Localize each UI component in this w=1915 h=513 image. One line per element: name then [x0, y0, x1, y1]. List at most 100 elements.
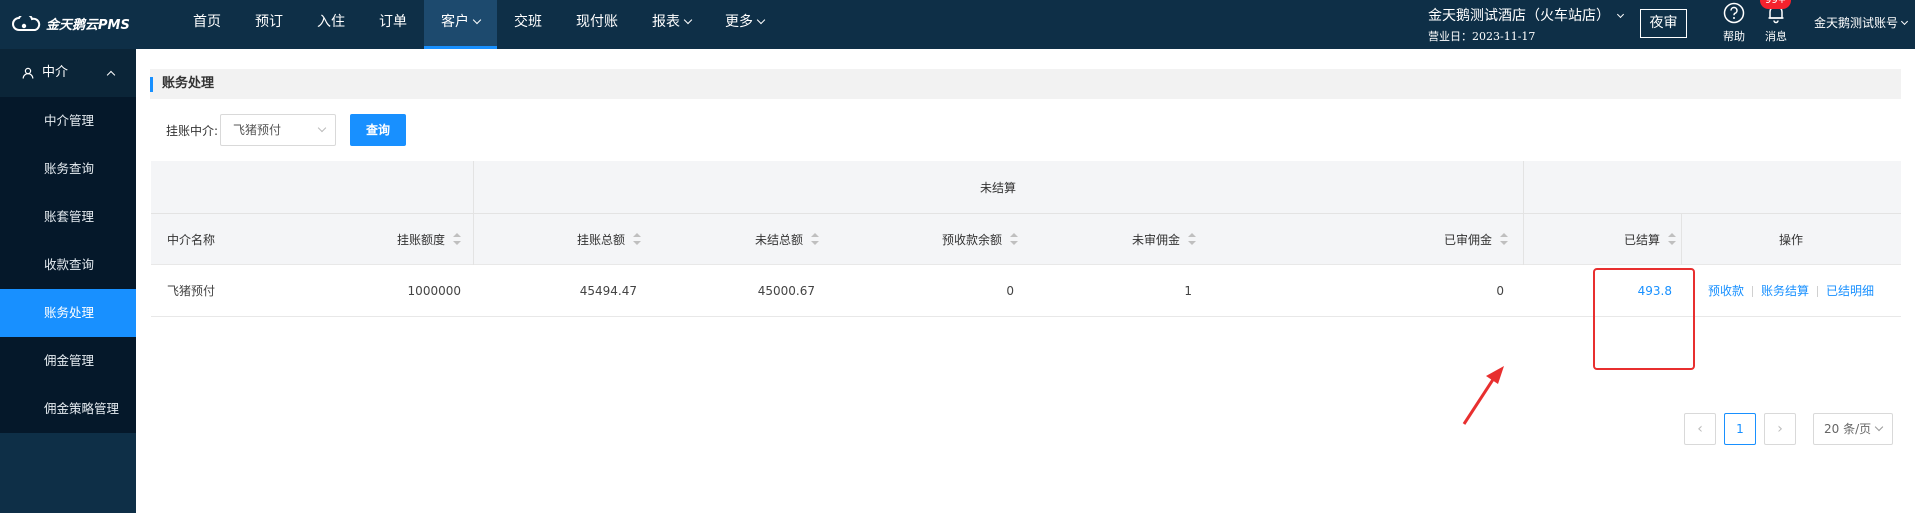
cell-reviewed-commission: 0	[1496, 284, 1504, 298]
table-header: 未结算 中介名称 挂账额度 挂账总额 未结总额 预收款余额 未审佣金 已审佣金 …	[151, 161, 1901, 265]
annotation-arrow-icon	[1462, 366, 1504, 425]
account-menu[interactable]: 金天鹅测试账号	[1814, 14, 1909, 31]
cell-prepaid-balance: 0	[1006, 284, 1014, 298]
nav-more[interactable]: 更多	[708, 0, 781, 49]
nav-reports[interactable]: 报表	[635, 0, 708, 49]
nav-booking-label: 预订	[255, 14, 283, 30]
nav-checkin[interactable]: 入住	[300, 0, 362, 49]
agency-account-table: 未结算 中介名称 挂账额度 挂账总额 未结总额 预收款余额 未审佣金 已审佣金 …	[151, 161, 1901, 317]
nav-shift-label: 交班	[514, 14, 542, 30]
nav-orders[interactable]: 订单	[362, 0, 424, 49]
cell-unreviewed-commission: 1	[1184, 284, 1192, 298]
filter-label: 挂账中介:	[166, 123, 219, 138]
sidebar-group-label: 中介	[42, 65, 69, 80]
column-header-label: 挂账额度	[396, 232, 445, 247]
column-header-actions: 操作	[1681, 213, 1901, 265]
column-header-unsettled-total[interactable]: 未结总额	[669, 213, 819, 265]
sort-icon[interactable]	[633, 233, 641, 245]
nav-customers[interactable]: 客户	[424, 0, 497, 49]
help-icon	[1723, 2, 1745, 24]
cloud-logo-icon	[12, 15, 41, 31]
sort-icon[interactable]	[1188, 233, 1196, 245]
nav-booking[interactable]: 预订	[238, 0, 300, 49]
agency-select-value: 飞猪预付	[233, 123, 282, 137]
top-navigation-bar: 金天鹅云PMS 首页 预订 入住 订单 客户 交班 现付账 报表 更多 金天鹅测…	[0, 0, 1915, 49]
page-title: 账务处理	[150, 69, 1901, 99]
filter-bar: 挂账中介: 飞猪预付 查询	[166, 114, 407, 146]
chevron-up-icon	[106, 70, 116, 80]
divider	[1817, 286, 1818, 297]
column-header-label: 操作	[1778, 232, 1803, 247]
chevron-down-icon	[1874, 422, 1884, 432]
account-settlement-link[interactable]: 账务结算	[1761, 284, 1809, 298]
nav-checkin-label: 入住	[317, 14, 345, 30]
column-header-label: 中介名称	[167, 232, 216, 247]
nav-home[interactable]: 首页	[176, 0, 238, 49]
column-header-settled[interactable]: 已结算	[1526, 213, 1676, 265]
cell-credit-limit: 1000000	[407, 284, 461, 298]
nav-cash-account[interactable]: 现付账	[559, 0, 635, 49]
cell-unsettled-total: 45000.67	[757, 284, 815, 298]
prev-page-button[interactable]: ‹	[1684, 413, 1716, 445]
sidebar-item-account-set-management[interactable]: 账套管理	[0, 193, 136, 241]
chevron-down-icon	[1616, 10, 1625, 19]
nav-reports-label: 报表	[652, 14, 680, 30]
sidebar-item-account-processing[interactable]: 账务处理	[0, 289, 136, 337]
agency-select[interactable]: 飞猪预付	[220, 114, 337, 146]
query-button[interactable]: 查询	[350, 114, 407, 146]
next-page-button[interactable]: ›	[1764, 413, 1796, 445]
sidebar-group-agency[interactable]: 中介	[0, 49, 136, 97]
user-icon	[22, 67, 34, 79]
sidebar-item-payment-query[interactable]: 收款查询	[0, 241, 136, 289]
nav-cash-account-label: 现付账	[576, 14, 618, 30]
prepayment-link[interactable]: 预收款	[1708, 284, 1744, 298]
column-header-total-charged[interactable]: 挂账总额	[491, 213, 641, 265]
sort-icon[interactable]	[811, 233, 819, 245]
column-header-reviewed-commission[interactable]: 已审佣金	[1358, 213, 1508, 265]
app-logo[interactable]: 金天鹅云PMS	[12, 14, 130, 33]
nav-home-label: 首页	[193, 14, 221, 30]
nav-shift[interactable]: 交班	[497, 0, 559, 49]
column-header-unreviewed-commission[interactable]: 未审佣金	[1046, 213, 1196, 265]
hotel-selector[interactable]: 金天鹅测试酒店（火车站店） 营业日：2023-11-17	[1428, 5, 1625, 44]
column-header-label: 挂账总额	[576, 232, 625, 247]
sidebar-item-commission-policy[interactable]: 佣金策略管理	[0, 385, 136, 433]
main-nav: 首页 预订 入住 订单 客户 交班 现付账 报表 更多	[176, 0, 781, 49]
night-audit-button[interactable]: 夜审	[1640, 9, 1687, 38]
page-1-button[interactable]: 1	[1724, 413, 1756, 445]
settled-details-link[interactable]: 已结明细	[1826, 284, 1874, 298]
group-header-unsettled: 未结算	[473, 161, 1523, 213]
column-header-label: 已结算	[1623, 232, 1660, 247]
chevron-down-icon	[683, 15, 693, 25]
column-header-label: 预收款余额	[941, 232, 1002, 247]
sidebar-item-agency-management[interactable]: 中介管理	[0, 97, 136, 145]
chevron-down-icon	[756, 15, 766, 25]
divider	[1751, 286, 1753, 297]
cell-agency-name: 飞猪预付	[167, 284, 216, 298]
app-logo-text: 金天鹅云PMS	[46, 18, 130, 33]
column-header-credit-limit[interactable]: 挂账额度	[311, 213, 461, 265]
group-header-label: 未结算	[979, 180, 1016, 195]
page-size-select[interactable]: 20 条/页	[1813, 413, 1893, 445]
sidebar-item-commission-management[interactable]: 佣金管理	[0, 337, 136, 385]
sort-icon[interactable]	[453, 233, 461, 245]
business-date: 营业日：2023-11-17	[1428, 30, 1536, 43]
sort-icon[interactable]	[1010, 233, 1018, 245]
help-label: 帮助	[1723, 30, 1745, 43]
column-header-label: 未审佣金	[1131, 232, 1180, 247]
chevron-down-icon	[317, 123, 327, 133]
sidebar: 中介 中介管理 账务查询 账套管理 收款查询 账务处理 佣金管理 佣金策略管理	[0, 49, 136, 513]
column-header-prepaid-balance[interactable]: 预收款余额	[868, 213, 1018, 265]
messages-label: 消息	[1765, 30, 1787, 43]
column-header-label: 未结总额	[754, 232, 803, 247]
sort-icon[interactable]	[1500, 233, 1508, 245]
cell-total-charged: 45494.47	[579, 284, 637, 298]
help-button[interactable]: 帮助	[1718, 2, 1750, 44]
cell-settled-amount[interactable]: 493.8	[1522, 265, 1672, 317]
sort-icon[interactable]	[1668, 233, 1676, 245]
sidebar-item-account-query[interactable]: 账务查询	[0, 145, 136, 193]
chevron-down-icon	[1900, 17, 1909, 26]
nav-customers-label: 客户	[441, 14, 469, 30]
page-size-value: 20 条/页	[1824, 422, 1872, 436]
chevron-down-icon	[472, 15, 482, 25]
